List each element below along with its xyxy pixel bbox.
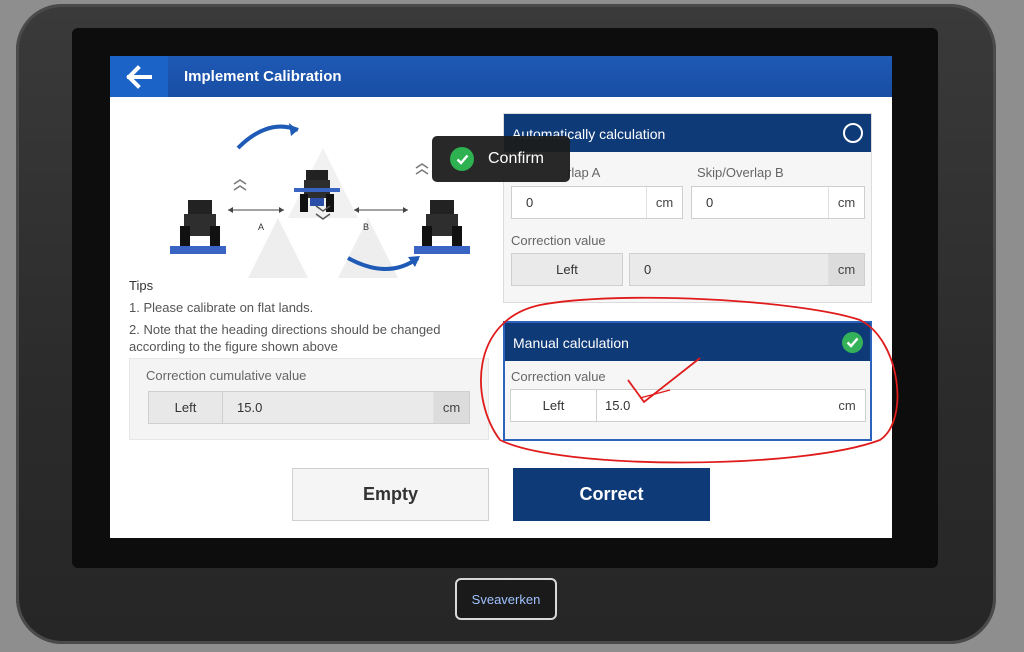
tractor-left	[170, 200, 226, 254]
manual-correction-unit: cm	[838, 398, 856, 413]
manual-panel-header[interactable]: Manual calculation	[505, 323, 870, 361]
cumulative-field: Left 15.0 cm	[148, 391, 470, 424]
brand-logo: Sveaverken	[455, 578, 557, 620]
skip-a-input[interactable]: 0 cm	[511, 186, 683, 219]
skip-a-value: 0	[526, 195, 534, 210]
auto-direction-field: Left	[511, 253, 623, 286]
confirm-check-icon	[450, 147, 474, 171]
empty-button[interactable]: Empty	[292, 468, 489, 521]
cumulative-direction: Left	[149, 392, 223, 423]
app-screen: Implement Calibration A B Tips 1. Please…	[110, 56, 892, 538]
back-arrow-icon	[126, 64, 152, 89]
tip-1: 1. Please calibrate on flat lands.	[129, 300, 314, 315]
manual-direction[interactable]: Left	[511, 390, 597, 421]
calibration-diagram: A B	[170, 123, 470, 278]
tip-3: according to the figure shown above	[129, 339, 338, 354]
manual-correction-input[interactable]: Left 15.0 cm	[510, 389, 866, 422]
auto-correction-value: 0	[644, 262, 652, 277]
auto-direction: Left	[556, 262, 578, 277]
title-bar: Implement Calibration	[110, 56, 892, 97]
auto-correction-unit: cm	[828, 254, 864, 285]
skip-b-unit: cm	[828, 187, 864, 218]
manual-correction-label: Correction value	[511, 369, 606, 384]
cumulative-label: Correction cumulative value	[146, 368, 307, 383]
skip-b-label: Skip/Overlap B	[697, 165, 784, 180]
confirm-label: Confirm	[488, 150, 545, 167]
cumulative-panel: Correction cumulative value Left 15.0 cm	[129, 358, 489, 440]
auto-correction-label: Correction value	[511, 233, 606, 248]
auto-correction-field: 0 cm	[629, 253, 865, 286]
skip-b-input[interactable]: 0 cm	[691, 186, 865, 219]
check-selected-icon[interactable]	[842, 332, 863, 353]
skip-b-value: 0	[706, 195, 714, 210]
turn-arrow-top	[236, 124, 299, 150]
manual-panel-title: Manual calculation	[513, 335, 629, 351]
correct-button[interactable]: Correct	[513, 468, 710, 521]
page-title: Implement Calibration	[184, 68, 342, 85]
skip-a-unit: cm	[646, 187, 682, 218]
skip-a-label: rlap A	[567, 165, 601, 180]
cumulative-value: 15.0	[237, 400, 263, 415]
tractor-right	[414, 200, 470, 254]
label-b: B	[363, 222, 369, 232]
tips-title: Tips	[129, 278, 154, 293]
manual-calculation-panel: Manual calculation Correction value Left…	[503, 321, 872, 441]
tip-2: 2. Note that the heading directions shou…	[129, 322, 441, 337]
radio-unselected-icon[interactable]	[843, 123, 863, 143]
back-button[interactable]	[110, 56, 168, 97]
label-a: A	[258, 222, 264, 232]
cumulative-unit: cm	[433, 392, 469, 423]
manual-correction-value: 15.0	[605, 398, 631, 413]
confirm-toast: Confirm	[432, 136, 570, 182]
